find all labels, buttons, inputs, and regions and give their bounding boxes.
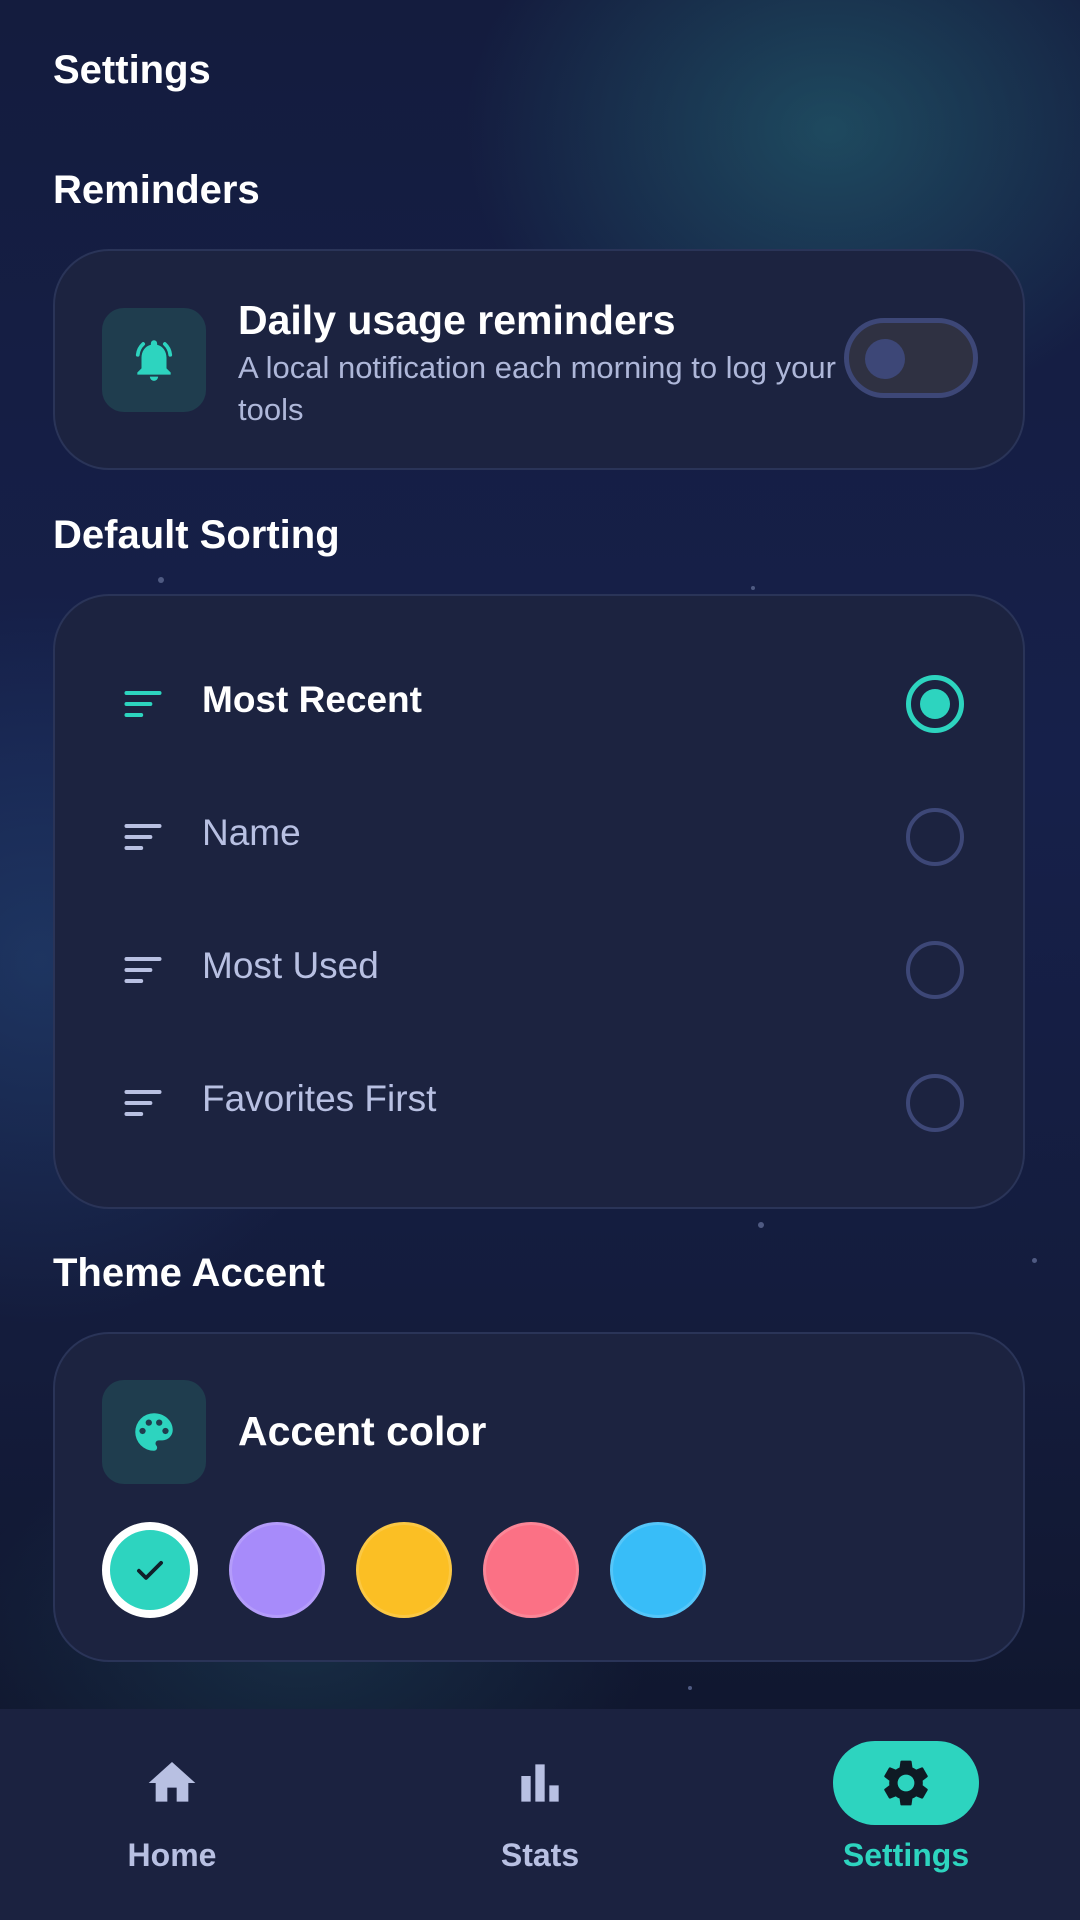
sort-lines-icon <box>124 690 162 718</box>
bell-ring-icon <box>102 308 206 412</box>
section-title-reminders: Reminders <box>53 168 260 212</box>
background-particle <box>158 577 164 583</box>
nav-label: Home <box>127 1837 217 1873</box>
home-icon <box>99 1741 245 1825</box>
sort-option-most-recent[interactable]: Most Recent <box>55 637 1023 770</box>
accent-swatch-blue[interactable] <box>610 1522 706 1618</box>
sorting-card: Most Recent Name Most Used Favorites Fir… <box>53 594 1025 1209</box>
background-particle <box>751 586 755 590</box>
reminders-title: Daily usage reminders <box>238 297 676 343</box>
accent-swatch-yellow[interactable] <box>356 1522 452 1618</box>
sort-option-favorites-first[interactable]: Favorites First <box>55 1036 1023 1169</box>
reminders-card: Daily usage reminders A local notificati… <box>53 249 1025 470</box>
radio-selected[interactable] <box>906 675 964 733</box>
theme-accent-card: Accent color <box>53 1332 1025 1662</box>
reminders-subtitle: A local notification each morning to log… <box>238 350 836 427</box>
page-title: Settings <box>53 48 211 92</box>
nav-label: Settings <box>842 1837 970 1873</box>
palette-icon <box>102 1380 206 1484</box>
nav-label: Stats <box>500 1837 580 1873</box>
radio-unselected[interactable] <box>906 941 964 999</box>
nav-item-stats[interactable]: Stats <box>440 1709 640 1920</box>
bar-chart-icon <box>467 1741 613 1825</box>
accent-swatch-purple[interactable] <box>229 1522 325 1618</box>
sort-option-name[interactable]: Name <box>55 770 1023 903</box>
background-particle <box>758 1222 764 1228</box>
sort-option-label: Most Recent <box>202 679 422 720</box>
nav-item-home[interactable]: Home <box>72 1709 272 1920</box>
checkmark-icon <box>137 1560 163 1580</box>
accent-swatch-pink[interactable] <box>483 1522 579 1618</box>
gear-icon <box>833 1741 979 1825</box>
accent-swatch-teal[interactable] <box>102 1522 198 1618</box>
sort-option-label: Name <box>202 812 301 853</box>
background-particle <box>1032 1258 1037 1263</box>
sort-option-label: Most Used <box>202 945 379 986</box>
daily-reminders-toggle[interactable] <box>844 318 978 398</box>
sort-option-label: Favorites First <box>202 1078 437 1119</box>
background-particle <box>688 1686 692 1690</box>
section-title-theme-accent: Theme Accent <box>53 1251 325 1295</box>
sort-lines-icon <box>124 1089 162 1117</box>
sort-lines-icon <box>124 823 162 851</box>
toggle-knob <box>865 339 905 379</box>
nav-item-settings[interactable]: Settings <box>806 1709 1006 1920</box>
radio-unselected[interactable] <box>906 808 964 866</box>
bottom-navigation: Home Stats Settings <box>0 1709 1080 1920</box>
sort-option-most-used[interactable]: Most Used <box>55 903 1023 1036</box>
sort-lines-icon <box>124 956 162 984</box>
radio-unselected[interactable] <box>906 1074 964 1132</box>
section-title-default-sorting: Default Sorting <box>53 513 340 557</box>
accent-color-title: Accent color <box>238 1408 487 1454</box>
